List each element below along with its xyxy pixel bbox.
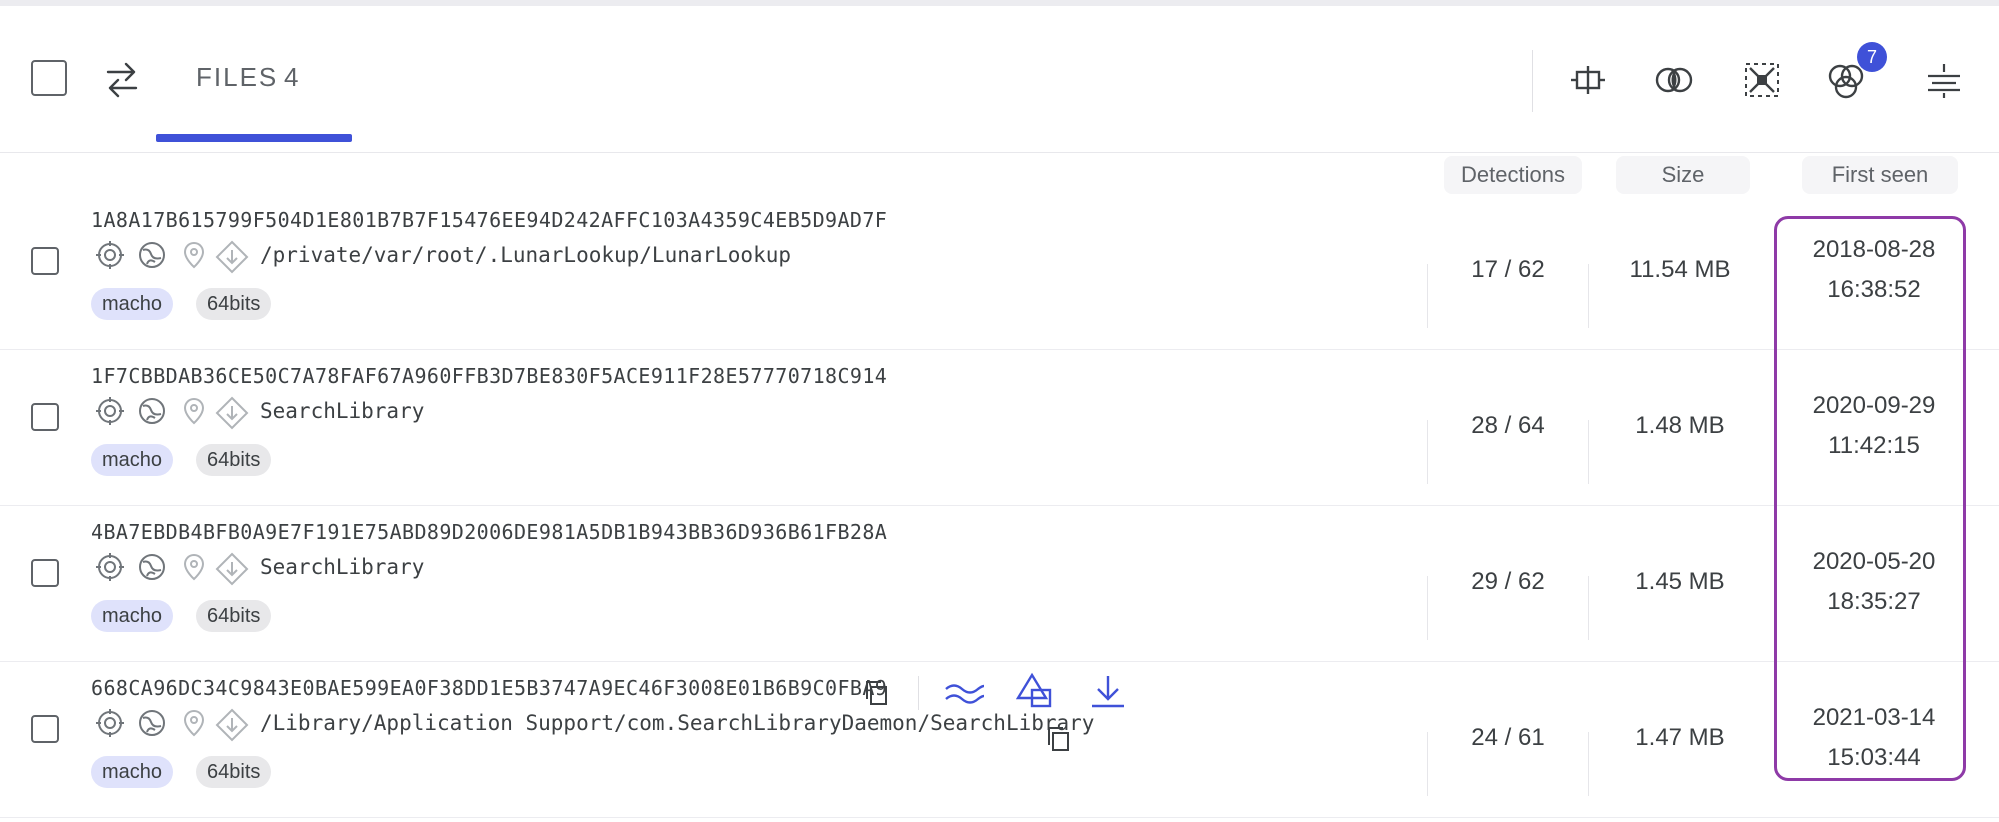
cell-divider <box>1427 732 1428 796</box>
row-checkbox[interactable] <box>31 715 59 743</box>
tag-macho[interactable]: macho <box>91 756 174 788</box>
table-row[interactable]: 4BA7EBDB4BFB0A9E7F191E75ABD89D2006DE981A… <box>0 506 1999 662</box>
tag-64bits[interactable]: 64bits <box>196 288 272 320</box>
diamond-download-icon[interactable] <box>215 708 249 742</box>
tab-files-count: 4 <box>284 62 299 92</box>
globe-icon[interactable] <box>137 708 167 738</box>
file-hash[interactable]: 4BA7EBDB4BFB0A9E7F191E75ABD89D2006DE981A… <box>91 520 887 544</box>
tag-64bits[interactable]: 64bits <box>196 756 272 788</box>
target-icon[interactable] <box>95 708 125 738</box>
select-all-checkbox[interactable] <box>31 60 67 96</box>
first-seen-value: 2018-08-28 16:38:52 <box>1776 230 1972 310</box>
first-seen-value: 2020-09-29 11:42:15 <box>1776 386 1972 466</box>
target-icon[interactable] <box>95 552 125 582</box>
row-checkbox[interactable] <box>31 247 59 275</box>
table-row[interactable]: 1A8A17B615799F504D1E801B7B7F15476EE94D24… <box>0 194 1999 350</box>
active-tab-indicator <box>156 134 352 142</box>
results-header: FILES 4 7 <box>0 6 1999 153</box>
size-value: 1.48 MB <box>1635 412 1725 439</box>
first-seen-time: 15:03:44 <box>1827 744 1921 771</box>
row-checkbox[interactable] <box>31 403 59 431</box>
cell-divider <box>1427 576 1428 640</box>
globe-icon[interactable] <box>137 240 167 270</box>
tag-macho[interactable]: macho <box>91 288 174 320</box>
size-value: 1.47 MB <box>1635 724 1725 751</box>
swap-arrows-icon[interactable] <box>104 60 140 100</box>
intersect-circles-icon[interactable] <box>1654 60 1694 100</box>
first-seen-time: 16:38:52 <box>1827 276 1921 303</box>
first-seen-date: 2020-09-29 <box>1812 392 1936 419</box>
detections-value[interactable]: 29 / 62 <box>1430 568 1586 596</box>
first-seen-date: 2021-03-14 <box>1812 704 1936 731</box>
location-pin-icon[interactable] <box>179 552 209 582</box>
first-seen-time: 18:35:27 <box>1827 588 1921 615</box>
size-value: 11.54 MB <box>1629 256 1731 283</box>
cell-divider <box>1588 576 1589 640</box>
location-pin-icon[interactable] <box>179 240 209 270</box>
table-row[interactable]: 668CA96DC34C9843E0BAE599EA0F38DD1E5B3747… <box>0 662 1999 818</box>
file-path: SearchLibrary <box>260 555 425 579</box>
action-divider <box>918 676 919 710</box>
align-center-icon[interactable] <box>1568 60 1608 100</box>
tag-64bits[interactable]: 64bits <box>196 444 272 476</box>
table-row[interactable]: 1F7CBBDAB36CE50C7A78FAF67A960FFB3D7BE830… <box>0 350 1999 506</box>
tag-macho[interactable]: macho <box>91 600 174 632</box>
file-hash[interactable]: 1A8A17B615799F504D1E801B7B7F15476EE94D24… <box>91 208 887 232</box>
filter-lines-icon[interactable] <box>1924 60 1964 100</box>
similar-waves-icon[interactable] <box>942 678 986 708</box>
size-value: 1.45 MB <box>1635 568 1725 595</box>
column-header-detections[interactable]: Detections <box>1444 156 1582 194</box>
first-seen-value: 2020-05-20 18:35:27 <box>1776 542 1972 622</box>
cell-divider <box>1427 264 1428 328</box>
first-seen-date: 2020-05-20 <box>1812 548 1936 575</box>
copy-hash-icon[interactable] <box>862 678 890 708</box>
cell-divider <box>1588 420 1589 484</box>
tab-files[interactable]: FILES 4 <box>156 54 352 142</box>
cell-divider <box>1588 264 1589 328</box>
globe-icon[interactable] <box>137 552 167 582</box>
download-icon[interactable] <box>1088 672 1128 710</box>
cell-divider <box>1427 420 1428 484</box>
first-seen-date: 2018-08-28 <box>1812 236 1936 263</box>
detections-value[interactable]: 24 / 61 <box>1430 724 1586 752</box>
file-path: /private/var/root/.LunarLookup/LunarLook… <box>260 243 792 267</box>
tag-macho[interactable]: macho <box>91 444 174 476</box>
copy-path-icon[interactable] <box>1044 724 1072 754</box>
tab-files-label: FILES <box>196 62 279 92</box>
first-seen-time: 11:42:15 <box>1828 432 1920 459</box>
file-path: /Library/Application Support/com.SearchL… <box>260 711 1095 735</box>
cell-divider <box>1588 732 1589 796</box>
detections-value[interactable]: 28 / 64 <box>1430 412 1586 440</box>
diamond-download-icon[interactable] <box>215 552 249 586</box>
globe-icon[interactable] <box>137 396 167 426</box>
diamond-download-icon[interactable] <box>215 396 249 430</box>
location-pin-icon[interactable] <box>179 708 209 738</box>
diamond-download-icon[interactable] <box>215 240 249 274</box>
cluster-nodes-icon[interactable] <box>1742 60 1782 100</box>
file-hash[interactable]: 1F7CBBDAB36CE50C7A78FAF67A960FFB3D7BE830… <box>91 364 887 388</box>
row-checkbox[interactable] <box>31 559 59 587</box>
location-pin-icon[interactable] <box>179 396 209 426</box>
file-path: SearchLibrary <box>260 399 425 423</box>
file-hash[interactable]: 668CA96DC34C9843E0BAE599EA0F38DD1E5B3747… <box>91 676 887 700</box>
tag-64bits[interactable]: 64bits <box>196 600 272 632</box>
column-header-first-seen[interactable]: First seen <box>1802 156 1958 194</box>
first-seen-value: 2021-03-14 15:03:44 <box>1776 698 1972 778</box>
target-icon[interactable] <box>95 396 125 426</box>
detections-value[interactable]: 17 / 62 <box>1430 256 1586 284</box>
notification-badge: 7 <box>1857 42 1887 72</box>
column-header-size[interactable]: Size <box>1616 156 1750 194</box>
target-icon[interactable] <box>95 240 125 270</box>
toolbar-divider <box>1532 50 1533 112</box>
shapes-graph-icon[interactable] <box>1016 672 1056 710</box>
